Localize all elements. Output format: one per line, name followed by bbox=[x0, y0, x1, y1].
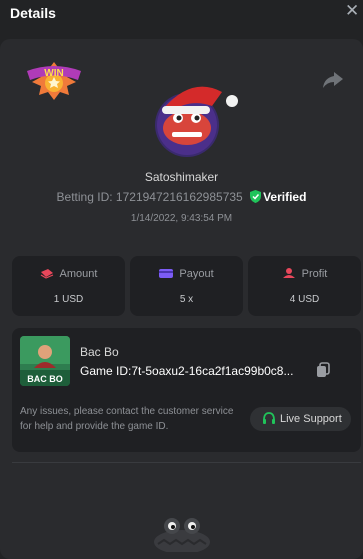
bet-date: 1/14/2022, 9:43:54 PM bbox=[130, 213, 233, 224]
stat-amount-value: 1 USD bbox=[53, 294, 84, 305]
headset-icon bbox=[263, 412, 275, 424]
close-icon[interactable]: ✕ bbox=[345, 2, 359, 20]
page-title: Details bbox=[10, 5, 56, 21]
betting-id-value: 1721947216162985735 bbox=[115, 190, 243, 204]
profit-icon bbox=[282, 268, 295, 278]
verified-label: Verified bbox=[263, 190, 307, 204]
win-badge: WIN bbox=[27, 62, 81, 100]
stat-profit: Profit 4 USD bbox=[248, 256, 361, 316]
avatar bbox=[155, 86, 238, 157]
payout-icon bbox=[159, 269, 174, 278]
stat-payout-label: Payout bbox=[179, 268, 214, 280]
live-support-label: Live Support bbox=[280, 413, 342, 425]
game-name: Bac Bo bbox=[80, 345, 119, 359]
share-icon[interactable] bbox=[322, 70, 344, 90]
live-support-button[interactable]: Live Support bbox=[250, 407, 351, 431]
game-thumbnail-text: BAC BO bbox=[27, 374, 63, 384]
header: Details ✕ bbox=[0, 0, 363, 28]
game-id: Game ID:7t-5oaxu2-16ca2f1ac99b0c8... bbox=[80, 364, 294, 378]
stat-payout: Payout 5 x bbox=[130, 256, 243, 316]
betting-id-row: Betting ID: 1721947216162985735 Verified bbox=[0, 190, 363, 204]
divider bbox=[12, 462, 361, 463]
stat-profit-value: 4 USD bbox=[289, 294, 320, 305]
win-badge-text: WIN bbox=[44, 68, 63, 79]
amount-icon bbox=[40, 269, 53, 279]
stat-payout-value: 5 x bbox=[179, 294, 194, 305]
support-notice: Any issues, please contact the customer … bbox=[20, 406, 234, 432]
betting-id-label: Betting ID: bbox=[56, 190, 113, 204]
game-info-card: BAC BO Bac Bo Game ID:7t-5oaxu2-16ca2f1a… bbox=[12, 328, 361, 452]
stat-profit-label: Profit bbox=[301, 268, 328, 280]
copy-icon[interactable] bbox=[315, 362, 331, 378]
verified-shield-icon bbox=[250, 190, 262, 203]
game-thumbnail[interactable]: BAC BO bbox=[20, 336, 70, 386]
stat-amount-label: Amount bbox=[59, 268, 98, 280]
stat-amount: Amount 1 USD bbox=[12, 256, 125, 316]
username: Satoshimaker bbox=[144, 170, 219, 184]
mascot-image bbox=[154, 518, 210, 552]
